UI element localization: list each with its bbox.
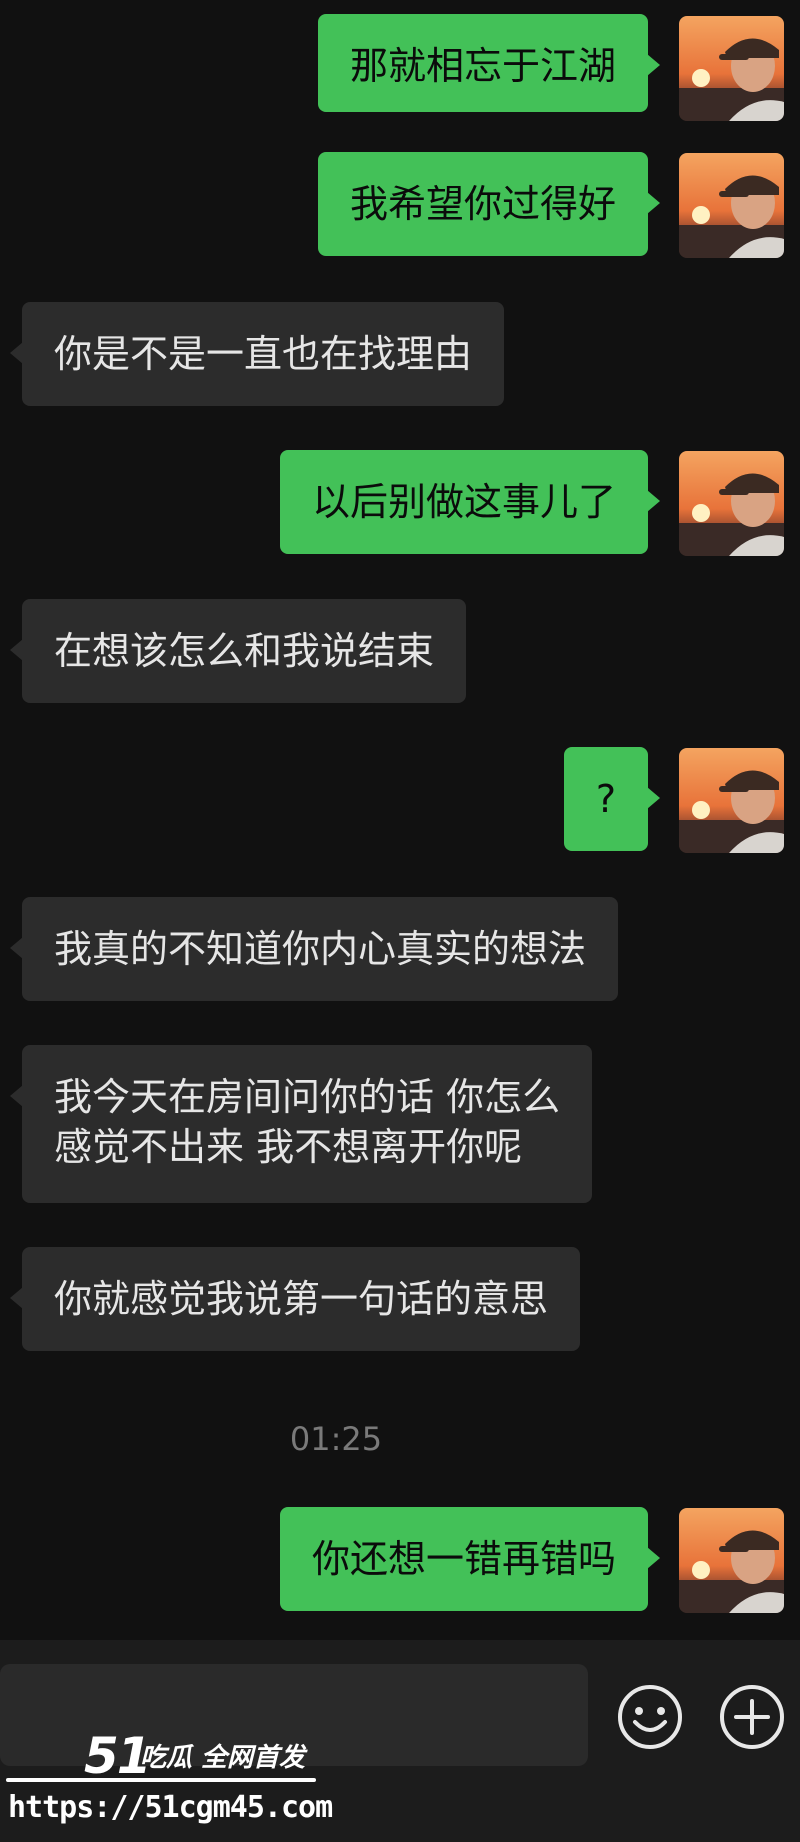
avatar-photo	[679, 153, 784, 258]
emoji-icon	[618, 1685, 682, 1749]
message-text-line: 我今天在房间问你的话 你怎么	[54, 1075, 561, 1119]
avatar-photo	[679, 748, 784, 853]
emoji-button[interactable]	[617, 1684, 683, 1750]
watermark: 51 吃瓜 全网首发 https://51cgm45.com	[0, 1728, 333, 1842]
avatar[interactable]	[679, 153, 784, 258]
chat-area: 那就相忘于江湖 我希望你过得好 你是不是一直也在找理由 以后别做这事儿了 在想该…	[0, 0, 800, 1640]
avatar[interactable]	[679, 748, 784, 853]
message-bubble-received[interactable]: 你就感觉我说第一句话的意思	[9, 1247, 581, 1351]
message-bubble-received[interactable]: 我今天在房间问你的话 你怎么 感觉不出来 我不想离开你呢	[9, 1045, 593, 1203]
message-text: ?	[595, 777, 616, 821]
message-row: 你是不是一直也在找理由	[0, 300, 800, 410]
message-text-line: 感觉不出来 我不想离开你呢	[54, 1125, 523, 1169]
message-text: 你就感觉我说第一句话的意思	[54, 1277, 549, 1321]
message-text: 你还想一错再错吗	[311, 1537, 616, 1581]
message-bubble-received[interactable]: 你是不是一直也在找理由	[9, 302, 505, 406]
message-row: 你还想一错再错吗	[0, 1505, 800, 1615]
message-row: 那就相忘于江湖	[0, 8, 800, 121]
watermark-tagline: 吃瓜 全网首发	[140, 1743, 306, 1773]
message-bubble-received[interactable]: 我真的不知道你内心真实的想法	[9, 897, 619, 1001]
message-bubble-sent[interactable]: 我希望你过得好	[317, 152, 661, 256]
message-text: 以后别做这事儿了	[311, 480, 616, 524]
message-bubble-sent[interactable]: 你还想一错再错吗	[279, 1507, 661, 1611]
message-row: 我今天在房间问你的话 你怎么 感觉不出来 我不想离开你呢	[0, 1043, 800, 1203]
avatar[interactable]	[679, 1508, 784, 1613]
message-text: 在想该怎么和我说结束	[54, 629, 435, 673]
message-row: 我真的不知道你内心真实的想法	[0, 895, 800, 1005]
avatar-photo	[679, 451, 784, 556]
watermark-url: https://51cgm45.com	[8, 1790, 333, 1825]
avatar[interactable]	[679, 451, 784, 556]
message-text: 那就相忘于江湖	[349, 44, 616, 88]
message-bubble-received[interactable]: 在想该怎么和我说结束	[9, 599, 467, 703]
add-button[interactable]	[719, 1684, 785, 1750]
avatar[interactable]	[679, 16, 784, 121]
message-text: 我真的不知道你内心真实的想法	[54, 927, 587, 971]
message-row: ?	[0, 745, 800, 855]
avatar-photo	[679, 16, 784, 121]
message-text: 你是不是一直也在找理由	[54, 332, 473, 376]
message-row: 在想该怎么和我说结束	[0, 597, 800, 707]
plus-icon	[720, 1685, 784, 1749]
message-bubble-sent[interactable]: 以后别做这事儿了	[279, 450, 661, 554]
message-bubble-sent[interactable]: 那就相忘于江湖	[317, 14, 661, 112]
message-row: 我希望你过得好	[0, 150, 800, 260]
avatar-photo	[679, 1508, 784, 1613]
message-bubble-sent[interactable]: ?	[563, 747, 661, 851]
watermark-divider	[6, 1778, 316, 1782]
message-row: 你就感觉我说第一句话的意思	[0, 1245, 800, 1355]
message-text: 我希望你过得好	[349, 182, 616, 226]
message-row: 以后别做这事儿了	[0, 448, 800, 558]
message-timestamp: 01:25	[289, 1420, 383, 1458]
